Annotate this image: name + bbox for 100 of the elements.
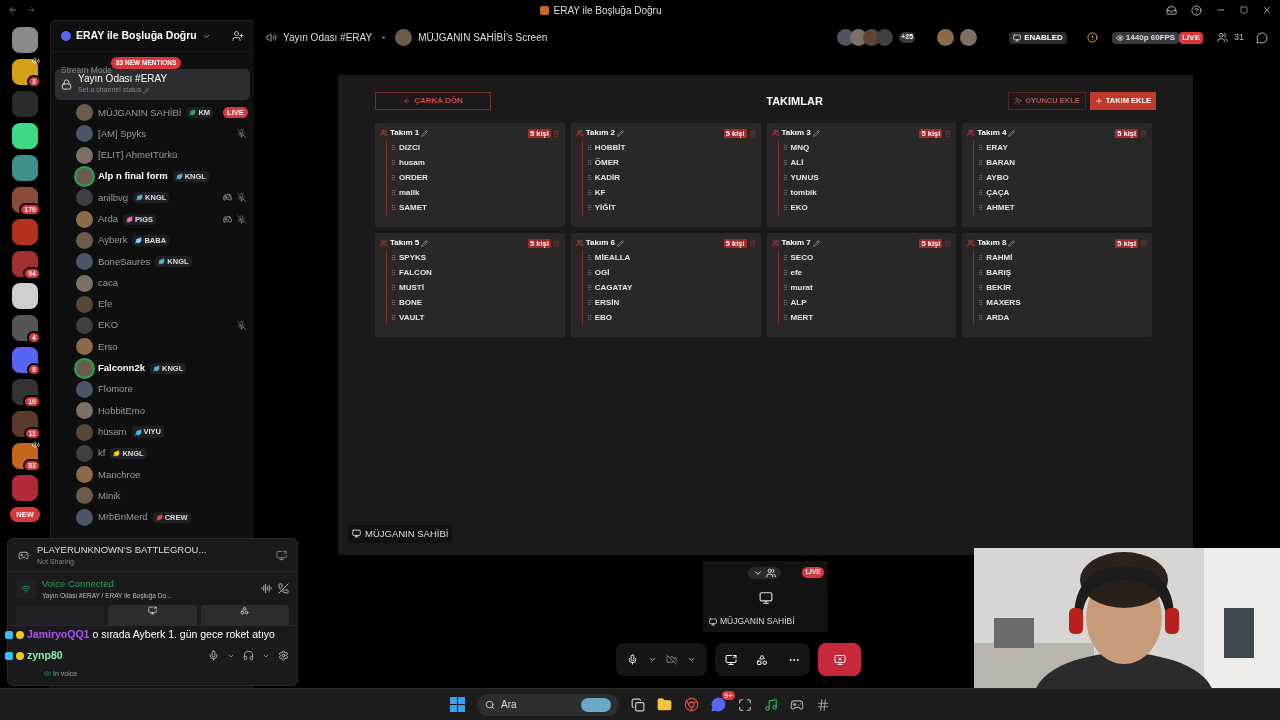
player-row[interactable]: HOBBİT [581, 140, 756, 155]
member-item[interactable]: [AM] Spyks [51, 123, 254, 145]
player-row[interactable]: MERT [777, 310, 952, 325]
users-icon[interactable] [766, 568, 776, 578]
share-screen-icon[interactable] [148, 606, 157, 615]
player-row[interactable]: EBO [581, 310, 756, 325]
player-row[interactable]: KADİR [581, 170, 756, 185]
server-icon[interactable] [12, 379, 38, 405]
player-row[interactable]: YİĞİT [581, 200, 756, 215]
server-icon[interactable] [12, 347, 38, 373]
player-row[interactable]: EKO [777, 200, 952, 215]
player-row[interactable]: tombik [777, 185, 952, 200]
help-icon[interactable] [1191, 4, 1202, 16]
player-row[interactable]: RAHMİ [973, 250, 1147, 265]
start-icon[interactable] [450, 697, 465, 712]
player-row[interactable]: AYBO [973, 170, 1147, 185]
player-row[interactable]: MNQ [777, 140, 952, 155]
player-row[interactable]: murat [777, 280, 952, 295]
forward-icon[interactable] [26, 5, 36, 15]
player-row[interactable]: husam [386, 155, 560, 170]
player-row[interactable]: VAULT [386, 310, 560, 325]
server-icon[interactable] [12, 411, 38, 437]
player-row[interactable]: OGİ [581, 265, 756, 280]
server-icon[interactable] [12, 283, 38, 309]
chevron-icon[interactable] [687, 655, 697, 664]
edit-icon[interactable] [616, 239, 624, 247]
end-stream-button[interactable] [818, 643, 861, 676]
player-row[interactable]: ALİ [777, 155, 952, 170]
player-row[interactable]: FALCON [386, 265, 560, 280]
back-icon[interactable] [8, 5, 18, 15]
player-row[interactable]: ERAY [973, 140, 1147, 155]
activities-icon[interactable] [240, 606, 250, 615]
activities-icon[interactable] [756, 653, 769, 666]
maximize-icon[interactable] [1240, 6, 1248, 14]
member-item[interactable]: Efe [51, 293, 254, 315]
member-item[interactable]: Manchroe [51, 464, 254, 486]
mic-icon[interactable] [208, 650, 219, 661]
member-item[interactable]: Erso [51, 336, 254, 358]
player-row[interactable]: YUNUS [777, 170, 952, 185]
server-icon[interactable] [12, 59, 38, 85]
player-row[interactable]: MİEALLA [581, 250, 756, 265]
close-icon[interactable] [1262, 5, 1272, 15]
edit-icon[interactable] [1008, 239, 1016, 247]
noise-suppression-icon[interactable] [261, 583, 272, 594]
edit-icon[interactable] [812, 239, 820, 247]
player-row[interactable]: ARDA [973, 310, 1147, 325]
member-item[interactable]: Minik [51, 485, 254, 507]
player-row[interactable]: CAGATAY [581, 280, 756, 295]
settings-icon[interactable] [278, 650, 289, 661]
server-icon[interactable] [12, 27, 38, 53]
player-row[interactable]: KF [581, 185, 756, 200]
player-row[interactable]: SECO [777, 250, 952, 265]
browser-icon[interactable] [684, 697, 699, 712]
mic-icon[interactable] [626, 654, 638, 665]
invite-icon[interactable] [232, 30, 244, 42]
player-row[interactable]: BARIŞ [973, 265, 1147, 280]
disconnect-icon[interactable] [278, 583, 289, 594]
player-row[interactable]: efe [777, 265, 952, 280]
headphones-icon[interactable] [243, 650, 254, 661]
inbox-icon[interactable] [1166, 4, 1177, 16]
member-item[interactable]: caca [51, 272, 254, 294]
game-launcher-icon[interactable] [790, 697, 804, 712]
server-name[interactable]: ERAY ile Boşluğa Doğru [76, 28, 197, 44]
edit-icon[interactable] [812, 129, 820, 137]
member-item[interactable]: Flomore [51, 378, 254, 401]
back-button[interactable]: ÇARKA DÖN [375, 92, 491, 110]
music-icon[interactable] [764, 697, 778, 712]
player-row[interactable]: SAMET [386, 200, 560, 215]
player-row[interactable]: ALP [777, 295, 952, 310]
player-row[interactable]: ORDER [386, 170, 560, 185]
share-screen-icon[interactable] [724, 653, 737, 666]
player-row[interactable]: MAXERS [973, 295, 1147, 310]
player-row[interactable]: AHMET [973, 200, 1147, 215]
edit-icon[interactable] [421, 239, 429, 247]
member-item[interactable]: HobbitEmo [51, 400, 254, 422]
player-row[interactable]: ÇAÇA [973, 185, 1147, 200]
player-row[interactable]: ÖMER [581, 155, 756, 170]
pencil-icon[interactable] [143, 87, 150, 94]
task-view-icon[interactable] [631, 697, 645, 712]
edit-icon[interactable] [421, 129, 429, 137]
player-row[interactable]: malik [386, 185, 560, 200]
folder-icon[interactable] [657, 697, 672, 712]
player-row[interactable]: SPYKS [386, 250, 560, 265]
server-icon[interactable] [12, 251, 38, 277]
member-item[interactable]: [ELIT] AhmetTürkü [51, 144, 254, 166]
chevron-icon[interactable] [647, 655, 657, 664]
camera-off-icon[interactable] [666, 654, 678, 665]
server-icon[interactable] [12, 315, 38, 341]
member-item[interactable]: EKO [51, 314, 254, 337]
player-row[interactable]: BONE [386, 295, 560, 310]
player-row[interactable]: DIZCI [386, 140, 560, 155]
player-row[interactable]: ERSİN [581, 295, 756, 310]
server-icon[interactable] [12, 123, 38, 149]
edit-icon[interactable] [1008, 129, 1016, 137]
player-row[interactable]: BARAN [973, 155, 1147, 170]
chevron-icon[interactable] [753, 568, 763, 578]
warning-icon[interactable] [1086, 32, 1098, 43]
player-row[interactable]: BEKİR [973, 280, 1147, 295]
search-field[interactable]: Ara [477, 693, 619, 716]
participants-icon[interactable] [1217, 32, 1228, 43]
